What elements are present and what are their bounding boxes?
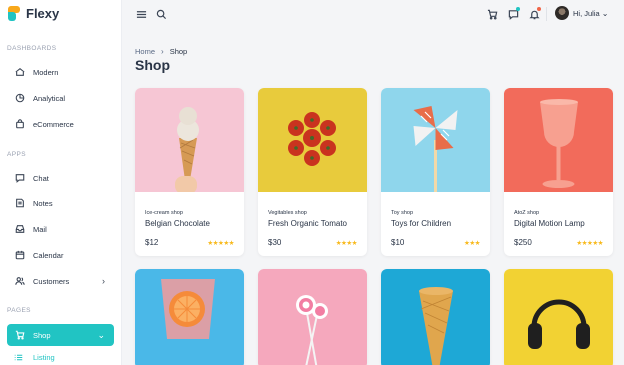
page-title: Shop <box>135 57 170 73</box>
product-category: Toy shop <box>391 210 414 216</box>
product-price: $12 <box>145 238 159 247</box>
users-icon <box>14 276 25 287</box>
sidebar-item-label: Mail <box>33 224 47 234</box>
product-name[interactable]: Digital Motion Lamp <box>514 219 603 228</box>
product-image <box>381 88 490 192</box>
star-rating: ★★★★ <box>335 239 358 247</box>
sidebar-item-ecommerce[interactable]: eCommerce <box>7 113 114 135</box>
sidebar-subitem-listing[interactable]: Listing <box>14 352 55 363</box>
shopping-cart-icon <box>14 330 25 341</box>
product-category: Vegitables shop <box>268 210 307 216</box>
sidebar-item-label: Shop <box>33 330 51 340</box>
product-card[interactable]: AtoZ shop Digital Motion Lamp $250 ★★★★★ <box>504 88 613 256</box>
home-icon <box>14 67 25 78</box>
sidebar-item-label: Chat <box>33 173 49 183</box>
product-card[interactable]: Toy shop Toys for Children $10 ★★★ <box>381 88 490 256</box>
sidebar-subitem-label: Listing <box>33 353 55 362</box>
sidebar-item-shop[interactable]: Shop ⌄ <box>7 324 114 346</box>
sidebar-item-label: Analytical <box>33 93 66 103</box>
sidebar-item-label: Notes <box>33 198 53 208</box>
chevron-right-icon: › <box>102 276 105 286</box>
calendar-icon <box>14 250 25 261</box>
sidebar: Flexy DASHBOARDS Modern Analytical eComm… <box>0 0 122 365</box>
chat-badge-dot <box>516 7 520 11</box>
sidebar-item-mail[interactable]: Mail <box>7 218 114 240</box>
product-name[interactable]: Toys for Children <box>391 219 480 228</box>
product-image <box>258 88 367 192</box>
message-icon <box>14 173 25 184</box>
sidebar-item-calendar[interactable]: Calendar <box>7 244 114 266</box>
product-image <box>135 88 244 192</box>
sidebar-item-label: Modern <box>33 67 59 77</box>
star-rating: ★★★ <box>464 239 480 247</box>
chevron-right-icon: › <box>161 47 164 56</box>
brand-name: Flexy <box>26 6 60 21</box>
product-card[interactable] <box>381 269 490 365</box>
sidebar-item-modern[interactable]: Modern <box>7 61 114 83</box>
product-image <box>504 269 613 365</box>
product-image <box>135 269 244 365</box>
inbox-icon <box>14 224 25 235</box>
chevron-down-icon: ⌄ <box>97 329 105 340</box>
search-icon[interactable] <box>155 8 167 20</box>
section-title-dashboards: DASHBOARDS <box>7 45 57 52</box>
breadcrumb-current: Shop <box>169 47 188 56</box>
brand-logo[interactable]: Flexy <box>8 6 59 21</box>
topbar-divider <box>546 7 547 21</box>
product-card[interactable] <box>135 269 244 365</box>
product-price: $250 <box>514 238 532 247</box>
avatar <box>555 6 569 20</box>
section-title-pages: PAGES <box>7 307 31 314</box>
topbar: Hi, Julia ⌄ <box>122 0 624 28</box>
product-card[interactable]: Vegitables shop Fresh Organic Tomato $30… <box>258 88 367 256</box>
product-image <box>504 88 613 192</box>
user-menu[interactable]: Hi, Julia ⌄ <box>555 6 608 20</box>
product-card[interactable] <box>258 269 367 365</box>
product-category: Ice-cream shop <box>145 210 183 216</box>
bell-icon[interactable] <box>528 7 541 20</box>
section-title-apps: APPS <box>7 151 26 158</box>
star-rating: ★★★★★ <box>576 239 603 247</box>
star-rating: ★★★★★ <box>207 239 234 247</box>
sidebar-item-label: Calendar <box>33 250 64 260</box>
product-name[interactable]: Belgian Chocolate <box>145 219 234 228</box>
list-icon <box>14 352 25 363</box>
note-icon <box>14 198 25 209</box>
product-image <box>381 269 490 365</box>
sidebar-item-notes[interactable]: Notes <box>7 192 114 214</box>
chat-icon[interactable] <box>507 7 520 20</box>
product-category: AtoZ shop <box>514 210 540 216</box>
sidebar-item-chat[interactable]: Chat <box>7 167 114 189</box>
product-card[interactable]: Ice-cream shop Belgian Chocolate $12 ★★★… <box>135 88 244 256</box>
sidebar-item-label: eCommerce <box>33 119 74 129</box>
pie-chart-icon <box>14 93 25 104</box>
chevron-down-icon: ⌄ <box>601 8 609 18</box>
cart-icon[interactable] <box>486 8 498 20</box>
sidebar-item-label: Customers <box>33 276 70 286</box>
product-card[interactable] <box>504 269 613 365</box>
sidebar-item-customers[interactable]: Customers › <box>7 270 114 292</box>
product-price: $30 <box>268 238 282 247</box>
product-image <box>258 269 367 365</box>
product-name[interactable]: Fresh Organic Tomato <box>268 219 357 228</box>
sidebar-item-analytical[interactable]: Analytical <box>7 87 114 109</box>
logo-icon <box>8 6 21 21</box>
breadcrumb-home[interactable]: Home <box>135 47 155 56</box>
bell-badge-dot <box>537 7 541 11</box>
product-price: $10 <box>391 238 405 247</box>
breadcrumb: Home › Shop <box>135 47 187 56</box>
user-greeting: Hi, Julia <box>573 8 600 18</box>
shopping-bag-icon <box>14 119 25 130</box>
menu-icon[interactable] <box>135 8 147 20</box>
